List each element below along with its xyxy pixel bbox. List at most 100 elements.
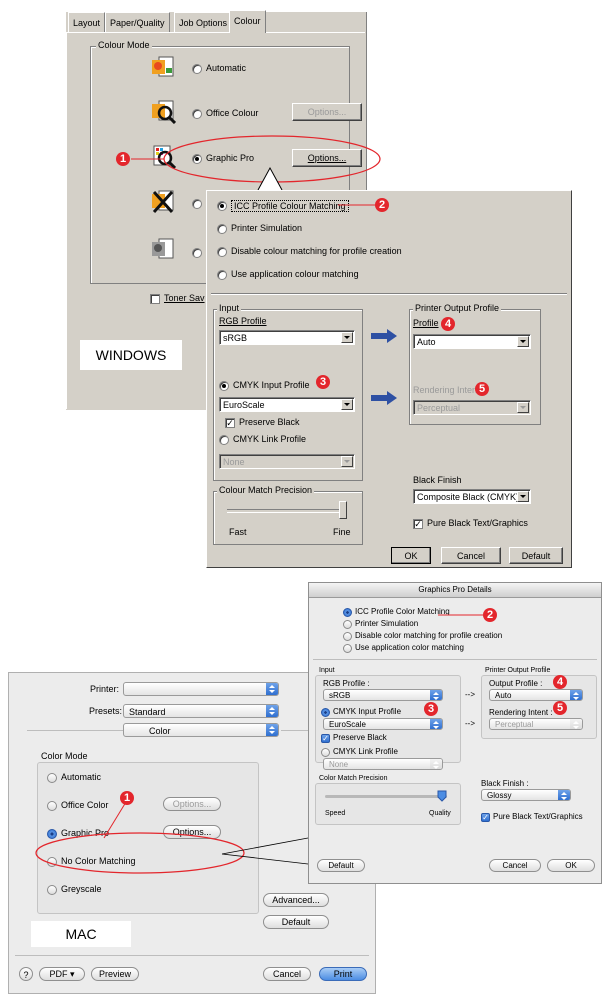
office-colour-options-button[interactable]: Options... (292, 103, 362, 121)
updown-arrow-icon[interactable] (430, 719, 442, 729)
no-color-matching-radio[interactable] (47, 857, 57, 867)
cmyk-input-label: CMYK Input Profile (333, 707, 402, 716)
updown-arrow-icon[interactable] (266, 705, 278, 717)
precision-slider-track[interactable] (227, 509, 345, 513)
updown-arrow-icon[interactable] (266, 724, 278, 736)
graphic-pro-radio[interactable] (192, 154, 202, 164)
black-finish-value: Glossy (487, 791, 512, 800)
tab-layout[interactable]: Layout (68, 12, 106, 33)
tab-paper-quality[interactable]: Paper/Quality (105, 12, 170, 33)
output-profile-select[interactable]: Auto (489, 689, 583, 701)
printer-output-profile-label: Printer Output Profile (413, 303, 502, 313)
advanced-button[interactable]: Advanced... (263, 893, 329, 907)
use-app-matching-radio[interactable] (217, 270, 227, 280)
use-app-matching-radio[interactable] (343, 644, 352, 653)
graphic-pro-options-button[interactable]: Options... (292, 149, 362, 167)
use-app-matching-label: Use application colour matching (231, 269, 359, 279)
cmyk-input-select[interactable]: EuroScale (219, 397, 355, 412)
cmyk-input-radio[interactable] (219, 381, 229, 391)
precision-slider-thumb[interactable] (339, 501, 347, 519)
updown-arrow-icon[interactable] (430, 759, 442, 769)
tab-job-options[interactable]: Job Options (174, 12, 233, 33)
chevron-down-icon[interactable] (341, 456, 353, 467)
arrow-right-icon (371, 329, 397, 343)
rendering-intent-select[interactable]: Perceptual (413, 400, 531, 415)
automatic-radio[interactable] (192, 64, 202, 74)
print-button[interactable]: Print (319, 967, 367, 981)
presets-select[interactable]: Standard (123, 704, 279, 718)
cmyk-link-radio[interactable] (219, 435, 229, 445)
help-button[interactable]: ? (19, 967, 33, 981)
colour-mode-label: Colour Mode (96, 40, 152, 50)
graphic-pro-options-button[interactable]: Options... (163, 825, 221, 839)
updown-arrow-icon[interactable] (570, 719, 582, 729)
updown-arrow-icon[interactable] (430, 690, 442, 700)
cancel-button[interactable]: Cancel (441, 547, 501, 564)
badge-4-mac: 4 (553, 675, 567, 689)
office-colour-radio[interactable] (192, 109, 202, 119)
black-finish-select[interactable]: Glossy (481, 789, 571, 801)
cmyk-link-select[interactable]: None (323, 758, 443, 770)
divider (15, 955, 369, 956)
default-button[interactable]: Default (509, 547, 563, 564)
cmyk-link-select[interactable]: None (219, 454, 355, 469)
default-button[interactable]: Default (317, 859, 365, 872)
pdf-button[interactable]: PDF ▾ (39, 967, 85, 981)
chevron-down-icon[interactable] (517, 336, 529, 347)
rgb-profile-label: RGB Profile (219, 316, 267, 326)
graphic-pro-radio[interactable] (47, 829, 57, 839)
preserve-black-checkbox[interactable]: ✓ (321, 734, 330, 743)
pane-select[interactable]: Color (123, 723, 279, 737)
updown-arrow-icon[interactable] (570, 690, 582, 700)
mac-platform-label: MAC (31, 921, 131, 947)
tab-colour[interactable]: Colour (229, 10, 266, 33)
icc-matching-radio[interactable] (343, 608, 352, 617)
chevron-down-icon[interactable] (341, 399, 353, 410)
chevron-down-icon[interactable] (517, 491, 529, 502)
office-color-options-button[interactable]: Options... (163, 797, 221, 811)
printer-simulation-radio[interactable] (217, 224, 227, 234)
icc-matching-radio[interactable] (217, 201, 227, 211)
printer-simulation-radio[interactable] (343, 620, 352, 629)
default-button[interactable]: Default (263, 915, 329, 929)
cmyk-link-label: CMYK Link Profile (333, 747, 398, 756)
pure-black-label: Pure Black Text/Graphics (493, 812, 583, 821)
chevron-down-icon[interactable] (341, 332, 353, 343)
toner-saving-checkbox[interactable] (150, 294, 160, 304)
output-profile-value: Auto (495, 691, 512, 700)
precision-slider-track[interactable] (325, 795, 447, 798)
pure-black-checkbox[interactable]: ✓ (481, 813, 490, 822)
updown-arrow-icon[interactable] (266, 683, 278, 695)
updown-arrow-icon[interactable] (558, 790, 570, 800)
cmyk-input-radio[interactable] (321, 708, 330, 717)
greyscale-radio[interactable] (47, 885, 57, 895)
rgb-profile-select[interactable]: sRGB (323, 689, 443, 701)
cmyk-link-radio[interactable] (321, 748, 330, 757)
preview-button[interactable]: Preview (91, 967, 139, 981)
rgb-profile-value: sRGB (223, 333, 248, 343)
disable-matching-radio[interactable] (343, 632, 352, 641)
rendering-intent-select[interactable]: Perceptual (489, 718, 583, 730)
rgb-profile-select[interactable]: sRGB (219, 330, 355, 345)
precision-slider-thumb[interactable] (437, 790, 447, 802)
automatic-icon (152, 56, 174, 77)
cmyk-input-value: EuroScale (223, 400, 265, 410)
disable-matching-radio[interactable] (217, 247, 227, 257)
black-finish-label: Black Finish (413, 475, 462, 485)
cancel-button[interactable]: Cancel (489, 859, 541, 872)
output-profile-select[interactable]: Auto (413, 334, 531, 349)
black-finish-select[interactable]: Composite Black (CMYK) (413, 489, 531, 504)
printer-select[interactable] (123, 682, 279, 696)
ok-button[interactable]: OK (391, 547, 431, 564)
greyscale-radio[interactable] (192, 248, 202, 258)
cmyk-input-select[interactable]: EuroScale (323, 718, 443, 730)
preserve-black-checkbox[interactable]: ✓ (225, 418, 235, 428)
pure-black-checkbox[interactable]: ✓ (413, 519, 423, 529)
cancel-button[interactable]: Cancel (263, 967, 311, 981)
no-colour-matching-radio[interactable] (192, 199, 202, 209)
ok-button[interactable]: OK (547, 859, 595, 872)
chevron-down-icon[interactable] (517, 402, 529, 413)
automatic-radio[interactable] (47, 773, 57, 783)
printer-output-profile-label: Printer Output Profile (485, 667, 551, 674)
office-color-radio[interactable] (47, 801, 57, 811)
